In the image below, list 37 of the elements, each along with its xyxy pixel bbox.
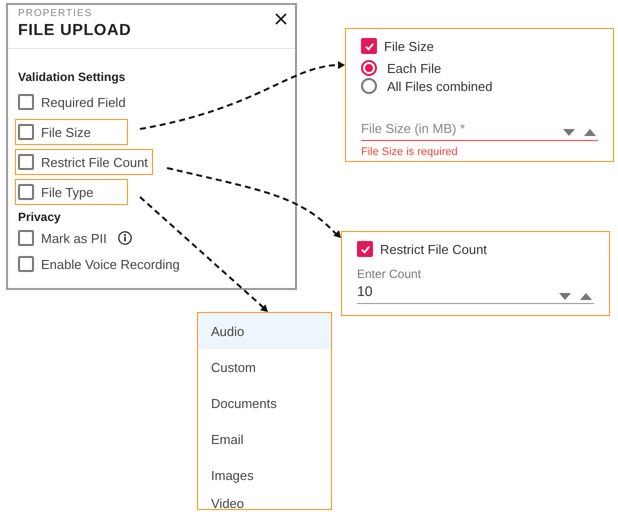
menu-item[interactable]: Audio <box>198 313 331 349</box>
radio-button[interactable] <box>361 78 377 94</box>
panel-eyebrow: PROPERTIES <box>18 8 94 20</box>
number-field[interactable]: File Size (in MB) * <box>361 117 598 141</box>
checkbox[interactable] <box>357 241 373 257</box>
checkbox[interactable] <box>18 94 34 110</box>
checkbox-label: Enable Voice Recording <box>41 256 180 272</box>
info-icon[interactable] <box>118 231 132 245</box>
error-message: File Size is required <box>361 146 459 158</box>
checkbox-label: File Size <box>384 38 434 54</box>
checkbox[interactable] <box>18 184 34 200</box>
panel-title: FILE UPLOAD <box>18 21 132 41</box>
radio-label: All Files combined <box>387 78 492 94</box>
radio-button[interactable] <box>361 60 377 76</box>
section-heading: Validation Settings <box>18 69 126 85</box>
close-icon[interactable] <box>275 13 287 25</box>
checkbox[interactable] <box>18 154 34 170</box>
menu-item[interactable]: Images <box>198 457 331 493</box>
checkbox[interactable] <box>361 38 377 54</box>
checkbox-label: Required Field <box>41 94 126 110</box>
checkbox[interactable] <box>18 230 34 246</box>
checkbox-label: Restrict File Count <box>380 242 487 256</box>
menu-item[interactable]: Video <box>198 493 331 509</box>
section-heading: Privacy <box>18 209 62 225</box>
menu-item[interactable]: Custom <box>198 349 331 385</box>
field-label: Enter Count <box>357 267 422 281</box>
check-icon <box>360 244 370 254</box>
radio-label: Each File <box>387 60 442 76</box>
checkbox[interactable] <box>18 256 34 272</box>
checkbox-label: File Type <box>41 184 94 200</box>
checkbox-label: Restrict File Count <box>41 154 148 170</box>
menu-item[interactable]: Documents <box>198 385 331 421</box>
menu-item[interactable]: Email <box>198 421 331 457</box>
checkbox[interactable] <box>18 124 34 140</box>
check-icon <box>364 40 374 52</box>
checkbox-label: File Size <box>41 124 91 140</box>
checkbox-label: Mark as PII <box>41 230 107 246</box>
